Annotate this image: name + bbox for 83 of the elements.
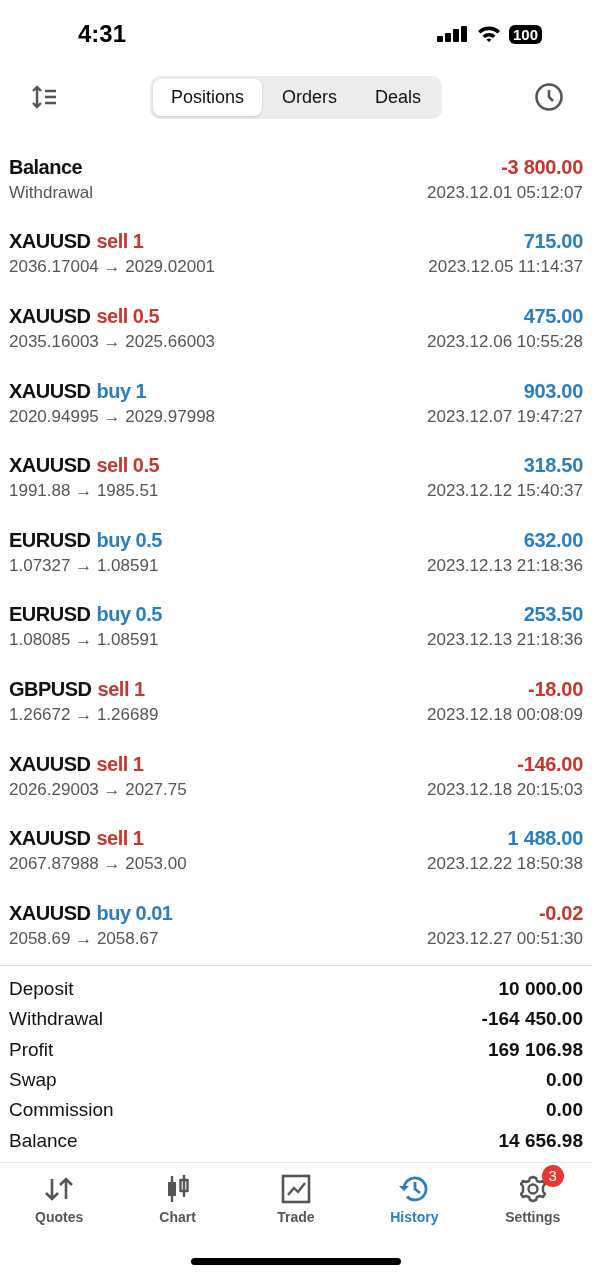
status-time: 4:31 — [78, 20, 127, 48]
summary-label: Balance — [9, 1129, 78, 1152]
deal-title: XAUUSD — [9, 305, 91, 328]
deal-time: 2023.12.06 10:55:28 — [427, 332, 583, 352]
deal-detail: Withdrawal — [9, 182, 94, 203]
deal-detail: 2058.69 → 2058.67 — [9, 928, 159, 949]
nav-tab[interactable]: History — [364, 1162, 465, 1238]
deal-title: Balance — [9, 155, 83, 179]
summary-value: -164 450.00 — [481, 1008, 583, 1031]
deal-detail: 1.26672 → 1.26689 — [9, 704, 159, 725]
deal-time: 2023.12.05 11:14:37 — [428, 257, 583, 278]
deal-action: sell 0.5 — [96, 454, 160, 478]
deal-title: XAUUSD — [9, 230, 91, 254]
nav-tab[interactable]: Trade — [245, 1162, 346, 1238]
deal-action: buy 0.01 — [96, 901, 173, 925]
sort-icon[interactable] — [30, 85, 58, 109]
deal-time: 2023.12.13 21:18:36 — [427, 555, 583, 576]
nav-tab[interactable]: Quotes — [9, 1162, 110, 1238]
summary-value: 169 106.98 — [487, 1038, 583, 1061]
deal-detail: 1991.88 → 1985.51 — [9, 481, 159, 502]
summary-value: 14 656.98 — [498, 1129, 583, 1152]
nav-tab[interactable]: Chart — [127, 1162, 228, 1238]
deal-amount: 632.00 — [523, 528, 583, 552]
summary-label: Deposit — [9, 977, 74, 1000]
deal-title: GBPUSD — [9, 677, 92, 701]
wifi-icon — [476, 25, 501, 43]
deal-detail: 2036.17004 → 2029.02001 — [9, 257, 216, 278]
line-chart-icon — [280, 1173, 311, 1204]
clock-icon[interactable] — [534, 82, 564, 112]
deal-amount: 903.00 — [523, 379, 583, 403]
deal-time: 2023.12.18 20:15:03 — [427, 779, 583, 800]
deal-amount: 253.50 — [523, 603, 583, 627]
deal-amount: -0.02 — [538, 901, 583, 925]
deal-action: sell 1 — [96, 827, 144, 851]
deal-title: EURUSD — [9, 603, 91, 627]
battery-level: 100 — [508, 24, 542, 44]
summary-value: 0.00 — [546, 1068, 583, 1091]
deal-action: sell 1 — [96, 230, 144, 254]
settings-icon — [517, 1173, 548, 1204]
deal-action: buy 0.5 — [96, 603, 162, 627]
notification-badge: 3 — [541, 1164, 564, 1187]
summary-value: 10 000.00 — [498, 977, 583, 1000]
deal-time: 2023.12.22 18:50:38 — [427, 854, 583, 875]
summary-label: Swap — [9, 1068, 57, 1091]
deal-detail: 1.08085 → 1.08591 — [9, 630, 159, 651]
deal-title: XAUUSD — [9, 379, 91, 403]
deal-amount: 318.50 — [523, 454, 583, 478]
signal-icon — [436, 26, 469, 42]
segment-tab[interactable]: Positions — [152, 78, 262, 116]
deal-title: XAUUSD — [9, 901, 91, 925]
summary-label: Profit — [9, 1038, 54, 1061]
deal-action: sell 1 — [96, 752, 144, 776]
segment-tab[interactable]: Deals — [357, 78, 440, 116]
deal-amount: -18.00 — [528, 677, 583, 701]
deal-action: buy 0.5 — [96, 528, 162, 552]
summary-label: Commission — [9, 1099, 114, 1122]
summary-value: 0.00 — [546, 1099, 583, 1122]
deal-amount: 715.00 — [523, 230, 583, 254]
deal-title: XAUUSD — [9, 454, 91, 478]
summary-label: Withdrawal — [9, 1008, 103, 1031]
deal-detail: 2020.94995 → 2029.97998 — [9, 406, 216, 427]
deal-amount: 1 488.00 — [507, 827, 583, 851]
deal-title: XAUUSD — [9, 827, 91, 851]
deal-amount: -146.00 — [517, 752, 583, 776]
deal-detail: 2026.29003 → 2027.75 — [9, 779, 187, 800]
deal-time: 2023.12.13 21:18:36 — [427, 630, 583, 651]
deal-title: EURUSD — [9, 528, 91, 552]
deal-amount: -3 800.00 — [501, 155, 583, 179]
deal-action: sell 0.5 — [96, 305, 160, 328]
deal-time: 2023.12.01 05:12:07 — [427, 182, 583, 203]
deal-action: buy 1 — [96, 379, 147, 403]
deal-detail: 1.07327 → 1.08591 — [9, 555, 159, 576]
deal-time: 2023.12.12 15:40:37 — [427, 481, 583, 502]
nav-tab[interactable]: 3 Settings — [482, 1162, 583, 1238]
segment-tab[interactable]: Orders — [264, 78, 355, 116]
deal-detail: 2035.16003 → 2025.66003 — [9, 332, 216, 352]
deal-action: sell 1 — [97, 677, 145, 701]
deal-time: 2023.12.27 00:51:30 — [427, 928, 583, 949]
deal-time: 2023.12.18 00:08:09 — [427, 704, 583, 725]
deal-time: 2023.12.07 19:47:27 — [427, 406, 583, 427]
deal-title: XAUUSD — [9, 752, 91, 776]
deal-detail: 2067.87988 → 2053.00 — [9, 854, 187, 875]
deal-amount: 475.00 — [523, 305, 583, 328]
